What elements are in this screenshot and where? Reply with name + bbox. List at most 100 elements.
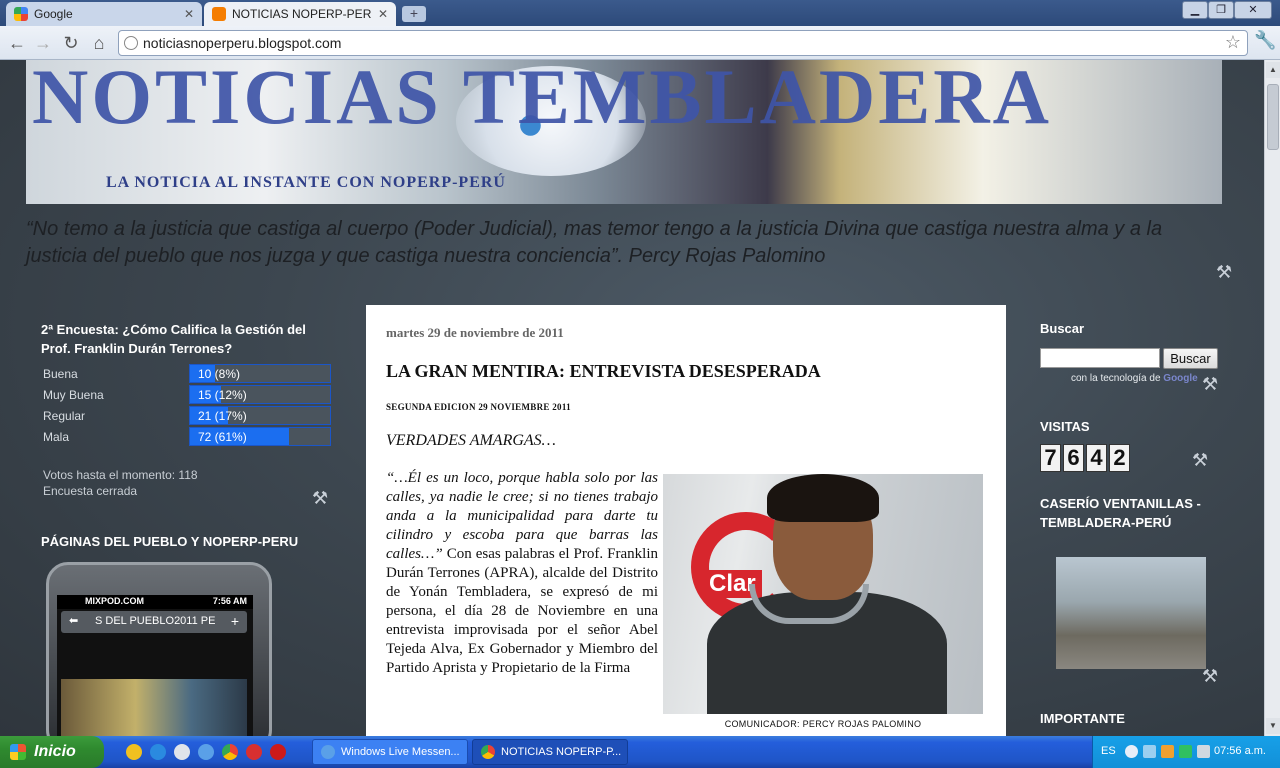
poll-option: Muy Buena 15 (12%) [43,385,333,405]
header-banner[interactable]: ● NOTICIAS TEMBLADERA LA NOTICIA AL INST… [26,60,1222,204]
taskbar-window-label: NOTICIAS NOPERP-P... [501,746,622,758]
start-label: Inicio [34,743,76,760]
poll-option-label: Muy Buena [43,388,104,402]
tab-title: NOTICIAS NOPERP-PERÚ [232,7,372,21]
post-edition: SEGUNDA EDICION 29 NOVIEMBRE 2011 [386,402,571,412]
forward-arrow-icon[interactable]: → [32,32,54,54]
taskbar-window-messenger[interactable]: Windows Live Messen... [312,739,468,765]
poll-bar: 10 (8%) [189,364,331,383]
counter-digit: 2 [1109,444,1130,472]
pages-heading: PÁGINAS DEL PUEBLO Y NOPERP-PERU [41,534,299,549]
tray-arrow-icon[interactable] [1125,745,1138,758]
start-button[interactable]: Inicio [0,736,104,768]
search-button[interactable]: Buscar [1163,348,1218,369]
back-arrow-icon[interactable]: ← [6,32,28,54]
chrome-icon[interactable] [222,744,238,760]
post-date: martes 29 de noviembre de 2011 [386,325,564,340]
windows-logo-icon [10,744,26,760]
language-indicator[interactable]: ES [1101,745,1116,757]
google-favicon-icon [14,7,28,21]
edit-tools-icon[interactable]: ⚒ [1192,450,1208,471]
counter-digit: 6 [1063,444,1084,472]
tray-app-icon[interactable] [1179,745,1192,758]
powered-by: con la tecnología de Google [1071,373,1198,384]
scroll-down-icon[interactable]: ▼ [1266,718,1280,734]
app-icon[interactable] [246,744,262,760]
reload-icon[interactable]: ↻ [60,32,82,54]
poll-option: Regular 21 (17%) [43,406,333,426]
tab-noticias[interactable]: NOTICIAS NOPERP-PERÚ ✕ [204,2,396,26]
close-tab-icon[interactable]: ✕ [184,7,194,21]
visits-heading: VISITAS [1040,419,1090,434]
music-player-widget[interactable]: MIXPOD.COM 7:56 AM ⬅ S DEL PUEBLO2011 PE… [46,562,272,736]
scroll-up-icon[interactable]: ▲ [1266,62,1280,78]
poll-option-label: Mala [43,430,70,444]
minimize-button[interactable]: ▁ [1182,1,1208,19]
poll-bar: 15 (12%) [189,385,331,404]
player-screen: MIXPOD.COM 7:56 AM ⬅ S DEL PUEBLO2011 PE… [57,595,253,736]
caserio-heading: CASERÍO VENTANILLAS - TEMBLADERA-PERÚ [1040,496,1201,530]
tray-app-icon[interactable] [1197,745,1210,758]
post-kicker: VERDADES AMARGAS… [386,432,556,449]
poll-option: Buena 10 (8%) [43,364,333,384]
taskbar-window-chrome[interactable]: NOTICIAS NOPERP-P... [472,739,628,765]
opera-icon[interactable] [270,744,286,760]
messenger-icon[interactable] [198,744,214,760]
edit-tools-icon[interactable]: ⚒ [1202,666,1218,687]
ie-icon[interactable] [150,744,166,760]
wrench-menu-icon[interactable]: 🔧 [1254,30,1276,51]
edit-tools-icon[interactable]: ⚒ [1202,374,1218,395]
poll-title: 2ª Encuesta: ¿Cómo Califica la Gestión d… [41,322,306,356]
blogger-favicon-icon [212,7,226,21]
close-tab-icon[interactable]: ✕ [378,7,388,21]
clock[interactable]: 07:56 a.m. [1214,745,1266,757]
taskbar-window-label: Windows Live Messen... [341,746,460,758]
network-icon[interactable] [1143,745,1156,758]
post-photo[interactable]: Clar [663,474,983,714]
quicklaunch-icon[interactable] [126,744,142,760]
plus-icon[interactable]: + [231,613,239,629]
photo-caption: COMUNICADOR: PERCY ROJAS PALOMINO [724,719,922,729]
edit-tools-icon[interactable]: ⚒ [1216,262,1232,283]
poll-option-label: Buena [43,367,78,381]
poll-bar: 72 (61%) [189,427,331,446]
player-cover-image [61,679,247,736]
page-viewport: ● NOTICIAS TEMBLADERA LA NOTICIA AL INST… [0,60,1264,736]
browser-toolbar: ← → ↻ ⌂ ☆ [0,26,1280,60]
poll-option-label: Regular [43,409,86,423]
bookmark-star-icon[interactable]: ☆ [1225,32,1241,53]
tray-app-icon[interactable] [1161,745,1174,758]
caserio-photo[interactable] [1056,557,1206,669]
post-title[interactable]: LA GRAN MENTIRA: ENTREVISTA DESESPERADA [386,361,821,382]
blog-title: NOTICIAS TEMBLADERA [32,60,1052,140]
system-tray: ES 07:56 a.m. [1092,736,1280,768]
player-status-bar: MIXPOD.COM 7:56 AM [57,595,253,609]
media-icon[interactable] [174,744,190,760]
counter-digit: 7 [1040,444,1061,472]
player-track-bar[interactable]: ⬅ S DEL PUEBLO2011 PER + [61,611,247,633]
close-window-button[interactable]: ✕ [1234,1,1272,19]
home-icon[interactable]: ⌂ [88,32,110,54]
address-bar[interactable]: ☆ [118,30,1248,56]
edit-tools-icon[interactable]: ⚒ [312,488,328,509]
header-quote: “No temo a la justicia que castiga al cu… [26,218,1163,267]
scroll-thumb[interactable] [1267,84,1279,150]
page-scrollbar[interactable]: ▲ ▼ [1264,60,1280,736]
poll-value: 15 (12%) [198,388,247,402]
visit-counter: 7 6 4 2 [1040,444,1130,472]
maximize-button[interactable]: ❐ [1208,1,1234,19]
url-input[interactable] [143,33,1213,53]
player-time: 7:56 AM [212,596,247,606]
counter-digit: 4 [1086,444,1107,472]
poll-bar: 21 (17%) [189,406,331,425]
search-heading: Buscar [1040,321,1085,336]
tab-google[interactable]: Google ✕ [6,2,202,26]
back-arrow-icon[interactable]: ⬅ [69,614,78,627]
person-hair [767,474,879,522]
new-tab-button[interactable]: + [402,6,426,22]
player-site: MIXPOD.COM [85,596,145,606]
poll-option: Mala 72 (61%) [43,427,333,447]
post-body: “…Él es un loco, porque habla solo por l… [386,469,658,678]
search-input[interactable] [1040,348,1160,368]
poll-value: 72 (61%) [198,430,247,444]
